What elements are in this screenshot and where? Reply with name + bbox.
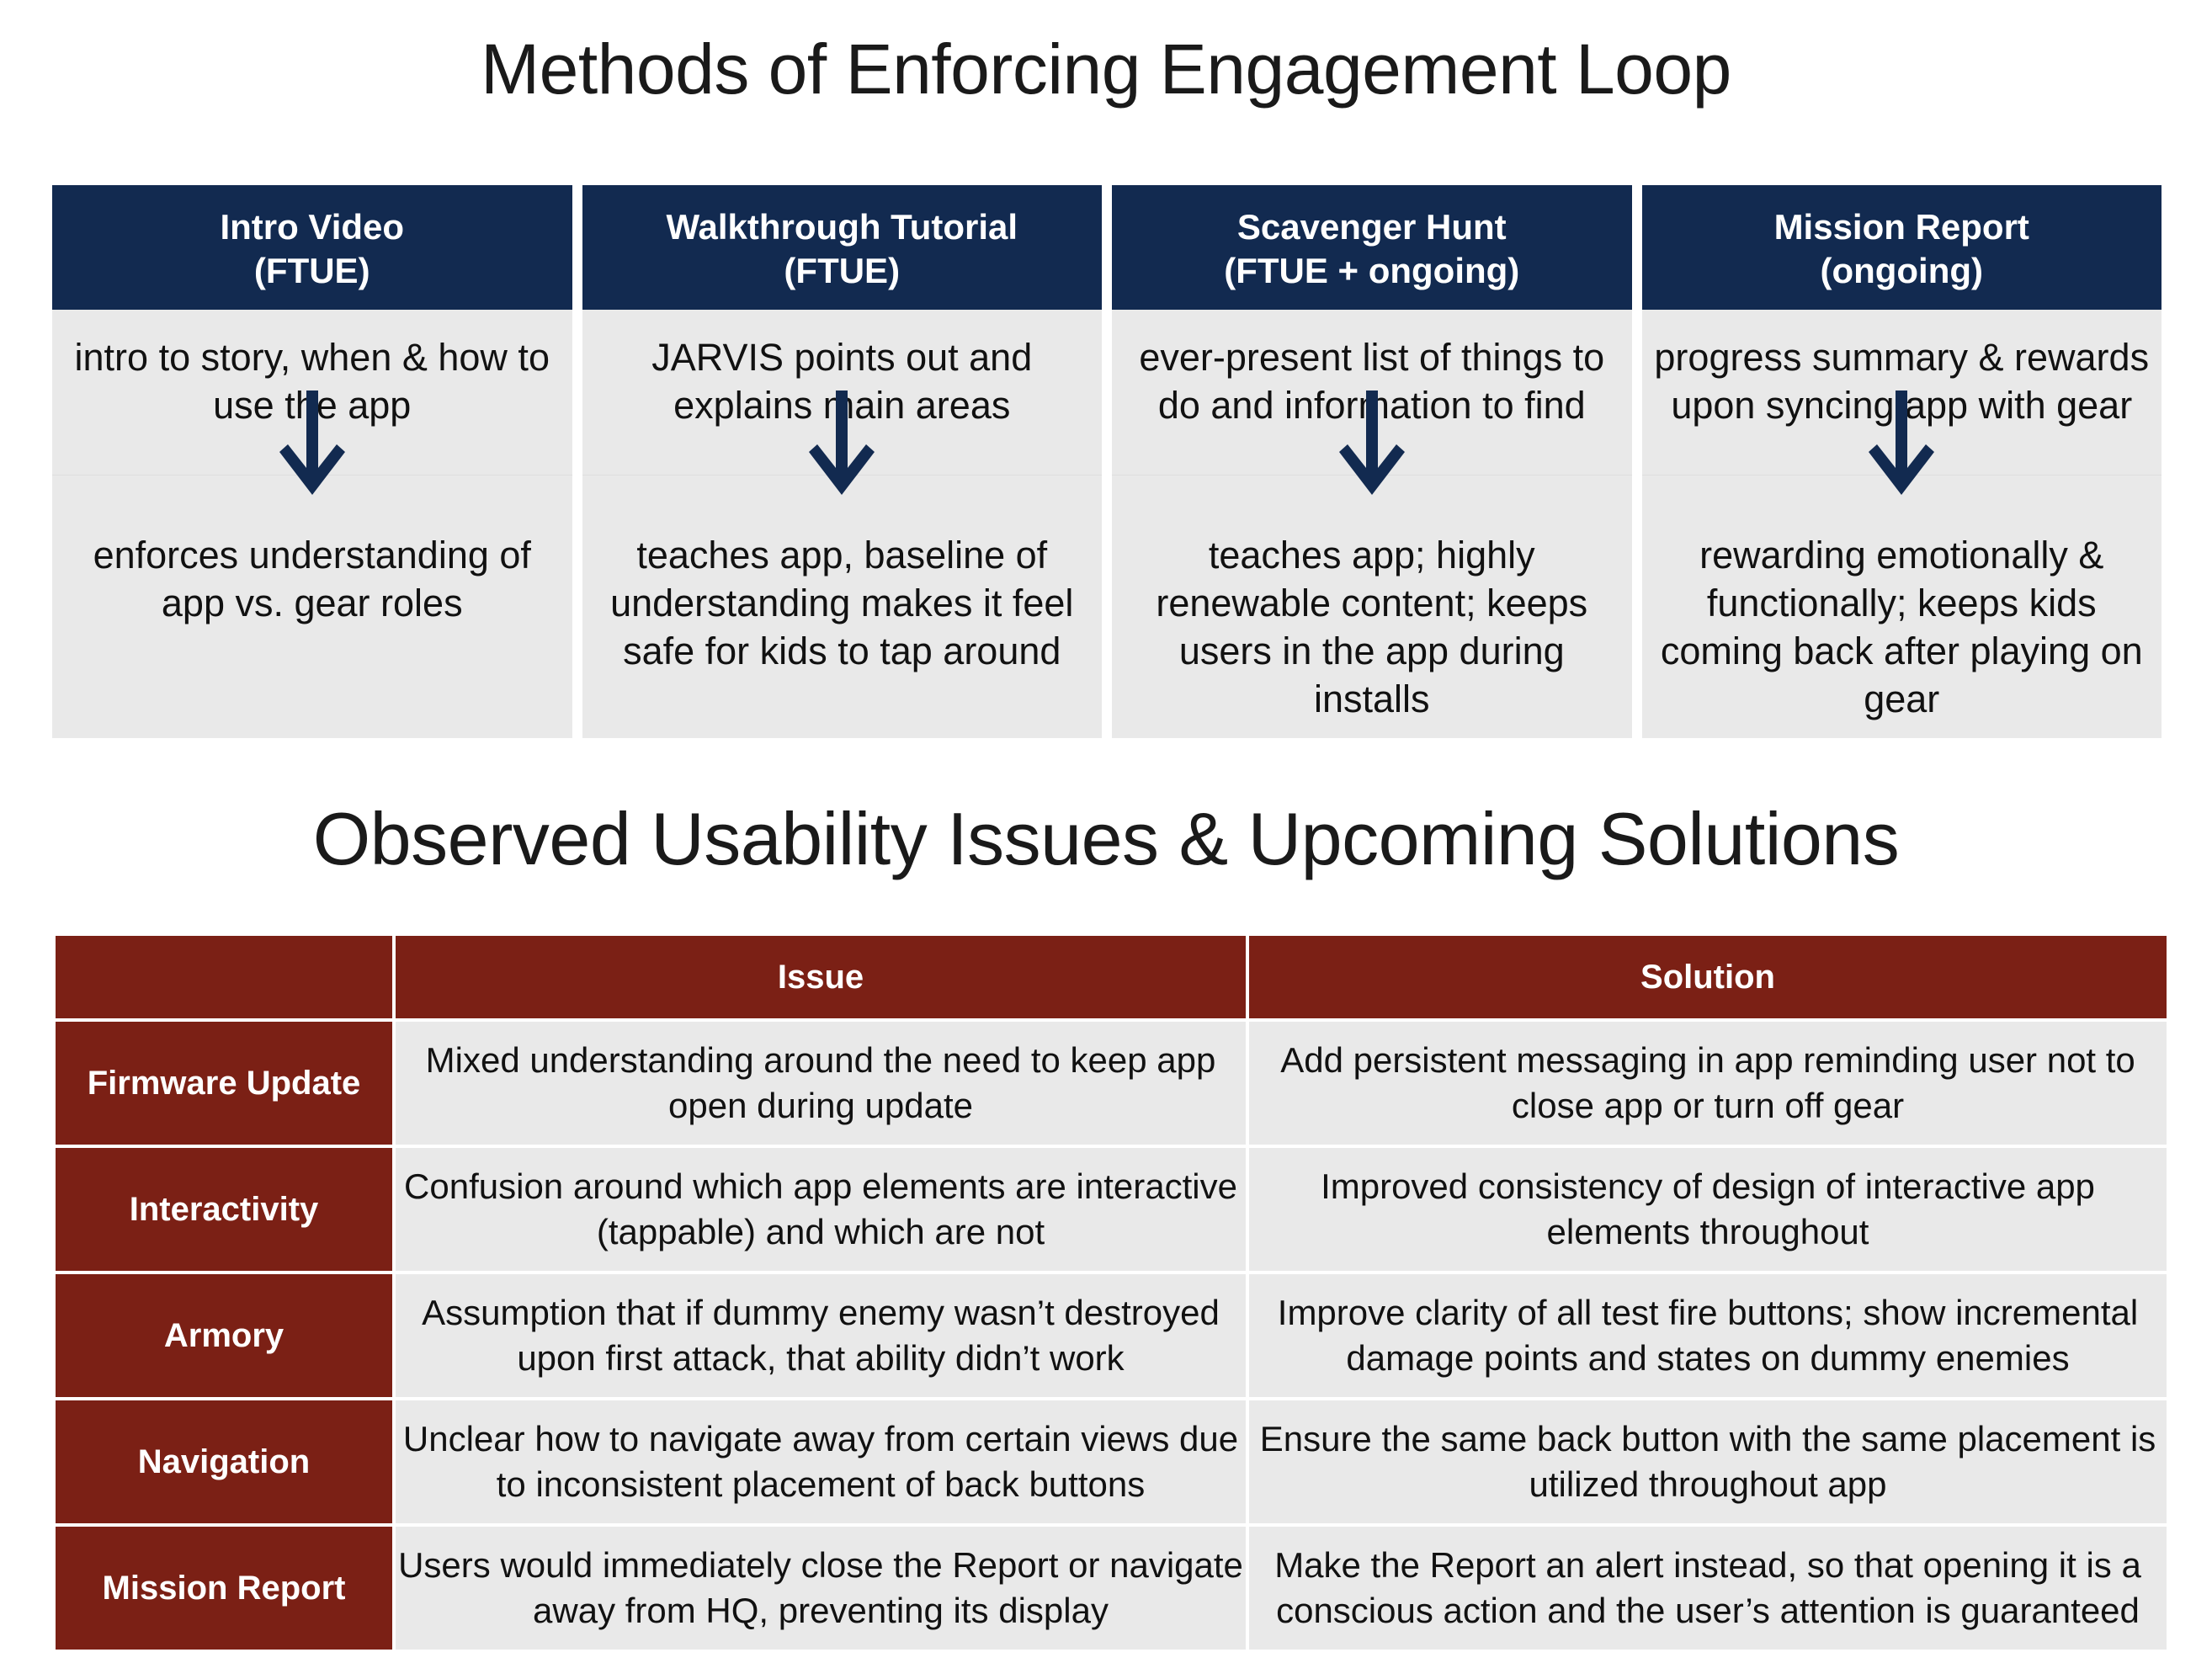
loop-column-scavenger-hunt: Scavenger Hunt (FTUE + ongoing) ever-pre… bbox=[1112, 185, 1632, 738]
page-title-engagement-loop: Methods of Enforcing Engagement Loop bbox=[481, 29, 1731, 109]
usability-issues-table: Issue Solution Firmware Update Mixed und… bbox=[52, 932, 2170, 1653]
loop-header-line1: Mission Report bbox=[1773, 207, 2029, 247]
loop-cell-top: intro to story, when & how to use the ap… bbox=[74, 336, 550, 427]
loop-header-mission-report: Mission Report (ongoing) bbox=[1641, 185, 2161, 310]
loop-body-walkthrough-tutorial: JARVIS points out and explains main area… bbox=[582, 310, 1102, 738]
loop-cell-top: progress summary & rewards upon syncing … bbox=[1654, 336, 2150, 427]
row-solution-text: Ensure the same back button with the sam… bbox=[1249, 1400, 2167, 1523]
row-label-armory: Armory bbox=[56, 1274, 392, 1397]
table-header-row: Issue Solution bbox=[56, 936, 2167, 1018]
loop-column-walkthrough-tutorial: Walkthrough Tutorial (FTUE) JARVIS point… bbox=[582, 185, 1102, 738]
row-issue-text: Unclear how to navigate away from certai… bbox=[396, 1400, 1246, 1523]
loop-header-scavenger-hunt: Scavenger Hunt (FTUE + ongoing) bbox=[1112, 185, 1632, 310]
row-solution-text: Make the Report an alert instead, so tha… bbox=[1249, 1527, 2167, 1650]
row-issue-text: Mixed understanding around the need to k… bbox=[396, 1022, 1246, 1145]
column-header-issue: Issue bbox=[396, 936, 1246, 1018]
row-label-firmware-update: Firmware Update bbox=[56, 1022, 392, 1145]
row-issue-text: Users would immediately close the Report… bbox=[396, 1527, 1246, 1650]
table-row: Navigation Unclear how to navigate away … bbox=[56, 1400, 2167, 1523]
loop-body-scavenger-hunt: ever-present list of things to do and in… bbox=[1112, 310, 1632, 738]
loop-cell-top: ever-present list of things to do and in… bbox=[1139, 336, 1605, 427]
row-solution-text: Improved consistency of design of intera… bbox=[1249, 1148, 2167, 1271]
loop-body-intro-video: intro to story, when & how to use the ap… bbox=[52, 310, 572, 738]
loop-column-mission-report: Mission Report (ongoing) progress summar… bbox=[1641, 185, 2161, 738]
row-solution-text: Improve clarity of all test fire buttons… bbox=[1249, 1274, 2167, 1397]
loop-body-mission-report: progress summary & rewards upon syncing … bbox=[1641, 310, 2161, 738]
table-row: Interactivity Confusion around which app… bbox=[56, 1148, 2167, 1271]
row-issue-text: Confusion around which app elements are … bbox=[396, 1148, 1246, 1271]
table-row: Mission Report Users would immediately c… bbox=[56, 1527, 2167, 1650]
column-header-solution: Solution bbox=[1249, 936, 2167, 1018]
table-corner-cell bbox=[56, 936, 392, 1018]
loop-header-line2: (FTUE) bbox=[253, 251, 370, 290]
loop-header-walkthrough-tutorial: Walkthrough Tutorial (FTUE) bbox=[582, 185, 1102, 310]
loop-cell-bottom: rewarding emotionally & functionally; ke… bbox=[1660, 534, 2143, 720]
loop-cell-top: JARVIS points out and explains main area… bbox=[651, 336, 1033, 427]
engagement-loop-table: Intro Video (FTUE) intro to story, when … bbox=[52, 185, 2161, 738]
loop-header-line2: (FTUE) bbox=[784, 251, 901, 290]
loop-cell-bottom: teaches app; highly renewable content; k… bbox=[1156, 534, 1588, 720]
table-row: Armory Assumption that if dummy enemy wa… bbox=[56, 1274, 2167, 1397]
loop-header-line1: Intro Video bbox=[220, 207, 405, 247]
row-label-interactivity: Interactivity bbox=[56, 1148, 392, 1271]
loop-header-line1: Walkthrough Tutorial bbox=[666, 207, 1018, 247]
loop-header-line2: (ongoing) bbox=[1820, 251, 1984, 290]
loop-cell-bottom: teaches app, baseline of understanding m… bbox=[610, 534, 1074, 672]
row-label-navigation: Navigation bbox=[56, 1400, 392, 1523]
row-issue-text: Assumption that if dummy enemy wasn’t de… bbox=[396, 1274, 1246, 1397]
table-row: Firmware Update Mixed understanding arou… bbox=[56, 1022, 2167, 1145]
row-label-mission-report: Mission Report bbox=[56, 1527, 392, 1650]
loop-column-intro-video: Intro Video (FTUE) intro to story, when … bbox=[52, 185, 572, 738]
loop-cell-bottom: enforces understanding of app vs. gear r… bbox=[93, 534, 531, 624]
loop-header-intro-video: Intro Video (FTUE) bbox=[52, 185, 572, 310]
loop-header-line2: (FTUE + ongoing) bbox=[1224, 251, 1520, 290]
loop-header-line1: Scavenger Hunt bbox=[1236, 207, 1507, 247]
row-solution-text: Add persistent messaging in app remindin… bbox=[1249, 1022, 2167, 1145]
page-title-usability-issues: Observed Usability Issues & Upcoming Sol… bbox=[312, 797, 1900, 880]
